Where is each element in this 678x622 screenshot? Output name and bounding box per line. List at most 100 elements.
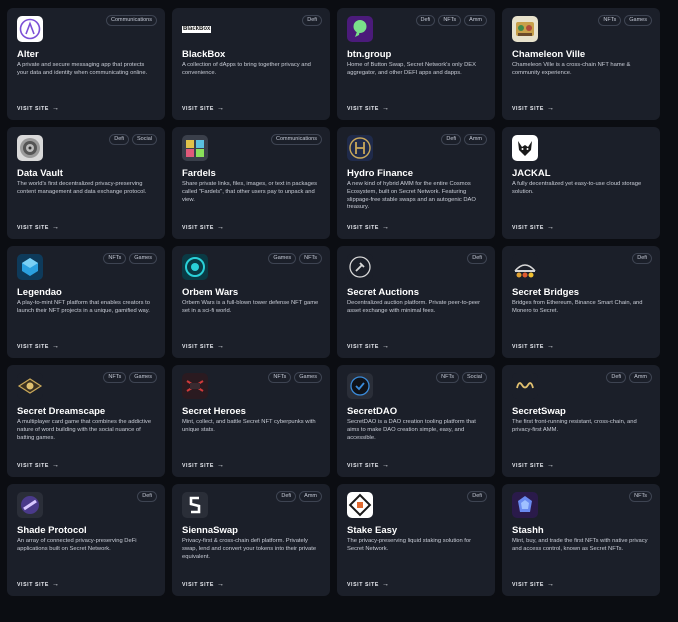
arrow-right-icon: → [381, 581, 390, 588]
arrow-right-icon: → [546, 224, 555, 231]
arrow-right-icon: → [216, 462, 225, 469]
category-tag: NFTs [299, 253, 322, 264]
visit-site-link[interactable]: VISIT SITE → [512, 462, 555, 469]
category-tag: Amm [299, 491, 322, 502]
category-tag: NFTs [629, 491, 652, 502]
visit-site-link[interactable]: VISIT SITE → [182, 462, 225, 469]
category-tag: Games [624, 15, 652, 26]
category-tags: Communications [106, 15, 157, 26]
app-description: Mint, buy, and trade the first NFTs with… [512, 538, 648, 552]
category-tags: Defi [467, 253, 487, 264]
arrow-right-icon: → [216, 105, 225, 112]
visit-site-label: VISIT SITE [17, 105, 49, 112]
visit-site-link[interactable]: VISIT SITE → [512, 105, 555, 112]
visit-site-link[interactable]: VISIT SITE → [182, 105, 225, 112]
app-card: Defi Shade Protocol An array of connected … [7, 484, 165, 596]
app-card: Games NFTs Orbem Wars Orbem Wars is a full-… [172, 246, 330, 358]
app-description: SecretDAO is a DAO creation tooling plat… [347, 419, 476, 441]
app-card: Defi Stake Easy The privacy-preserving liq… [337, 484, 495, 596]
app-card: BlackBox Defi BlackBox A collection of dApp… [172, 8, 330, 120]
app-description: A collection of dApps to bring together … [182, 62, 311, 76]
visit-site-link[interactable]: VISIT SITE → [347, 581, 390, 588]
visit-site-label: VISIT SITE [512, 581, 544, 588]
alter-logo-icon [17, 16, 43, 42]
visit-site-link[interactable]: VISIT SITE → [512, 581, 555, 588]
category-tag: NFTs [598, 15, 622, 26]
category-tag: Defi [606, 372, 627, 383]
visit-site-link[interactable]: VISIT SITE → [347, 343, 390, 350]
app-name: JACKAL [512, 168, 551, 179]
visit-site-link[interactable]: VISIT SITE → [182, 581, 225, 588]
arrow-right-icon: → [546, 343, 555, 350]
visit-site-label: VISIT SITE [347, 581, 379, 588]
visit-site-label: VISIT SITE [182, 224, 214, 231]
visit-site-label: VISIT SITE [182, 343, 214, 350]
visit-site-link[interactable]: VISIT SITE → [17, 343, 60, 350]
secret-bridges-logo-icon [512, 254, 538, 280]
category-tags: NFTs Games [598, 15, 652, 26]
app-description: Decentralized auction platform. Private … [347, 300, 481, 314]
app-description: Home of Button Swap, Secret Network's on… [347, 62, 477, 76]
arrow-right-icon: → [51, 581, 60, 588]
app-description: Mint, collect, and battle Secret NFT cyb… [182, 419, 316, 433]
category-tags: Defi Social [109, 134, 157, 145]
visit-site-link[interactable]: VISIT SITE → [512, 224, 555, 231]
category-tag: Games [129, 253, 157, 264]
app-name: BlackBox [182, 49, 226, 60]
category-tags: Defi Amm [441, 134, 487, 145]
app-card: Defi Amm Hydro Finance A new kind of hybrid… [337, 127, 495, 239]
category-tag: NFTs [438, 15, 462, 26]
app-description: A play-to-mint NFT platform that enables… [17, 300, 150, 314]
category-tag: Games [268, 253, 297, 264]
category-tag: Amm [464, 134, 487, 145]
app-card: Defi NFTs Amm btn.group Home of Button Swap,… [337, 8, 495, 120]
app-name: btn.group [347, 49, 392, 60]
arrow-right-icon: → [216, 224, 225, 231]
chameleon-ville-logo-icon [512, 16, 538, 42]
secretdao-logo-icon [347, 373, 373, 399]
visit-site-link[interactable]: VISIT SITE → [17, 224, 60, 231]
fardels-logo-icon [182, 135, 208, 161]
app-name: Data Vault [17, 168, 63, 179]
visit-site-link[interactable]: VISIT SITE → [17, 462, 60, 469]
category-tag: Defi [467, 253, 487, 264]
app-card: NFTs Stashh Mint, buy, and trade the first… [502, 484, 660, 596]
stashh-logo-icon [512, 492, 538, 518]
app-name: Shade Protocol [17, 525, 87, 536]
visit-site-link[interactable]: VISIT SITE → [182, 343, 225, 350]
category-tag: Amm [629, 372, 652, 383]
category-tags: Games NFTs [268, 253, 322, 264]
visit-site-label: VISIT SITE [182, 462, 214, 469]
visit-site-link[interactable]: VISIT SITE → [347, 224, 390, 231]
visit-site-link[interactable]: VISIT SITE → [17, 581, 60, 588]
secret-auctions-logo-icon [347, 254, 373, 280]
siennaswap-logo-icon [182, 492, 208, 518]
visit-site-label: VISIT SITE [17, 343, 49, 350]
visit-site-link[interactable]: VISIT SITE → [17, 105, 60, 112]
visit-site-link[interactable]: VISIT SITE → [347, 105, 390, 112]
visit-site-label: VISIT SITE [347, 462, 379, 469]
arrow-right-icon: → [51, 105, 60, 112]
app-description: A multiplayer card game that combines th… [17, 419, 152, 441]
visit-site-label: VISIT SITE [182, 105, 214, 112]
category-tag: Defi [302, 15, 322, 26]
secretswap-logo-icon [512, 373, 538, 399]
visit-site-label: VISIT SITE [347, 224, 379, 231]
category-tag: Amm [464, 15, 487, 26]
visit-site-label: VISIT SITE [512, 224, 544, 231]
visit-site-label: VISIT SITE [17, 581, 49, 588]
visit-site-link[interactable]: VISIT SITE → [347, 462, 390, 469]
app-card: Communications Alter A private and secure … [7, 8, 165, 120]
arrow-right-icon: → [381, 105, 390, 112]
visit-site-label: VISIT SITE [347, 105, 379, 112]
visit-site-label: VISIT SITE [17, 462, 49, 469]
orbem-wars-logo-icon [182, 254, 208, 280]
visit-site-label: VISIT SITE [182, 581, 214, 588]
shade-protocol-logo-icon [17, 492, 43, 518]
category-tag: Defi [276, 491, 297, 502]
visit-site-link[interactable]: VISIT SITE → [182, 224, 225, 231]
stake-easy-logo-icon [347, 492, 373, 518]
visit-site-link[interactable]: VISIT SITE → [512, 343, 555, 350]
app-card: Defi Social Data Vault The world's first de… [7, 127, 165, 239]
category-tag: Social [132, 134, 157, 145]
